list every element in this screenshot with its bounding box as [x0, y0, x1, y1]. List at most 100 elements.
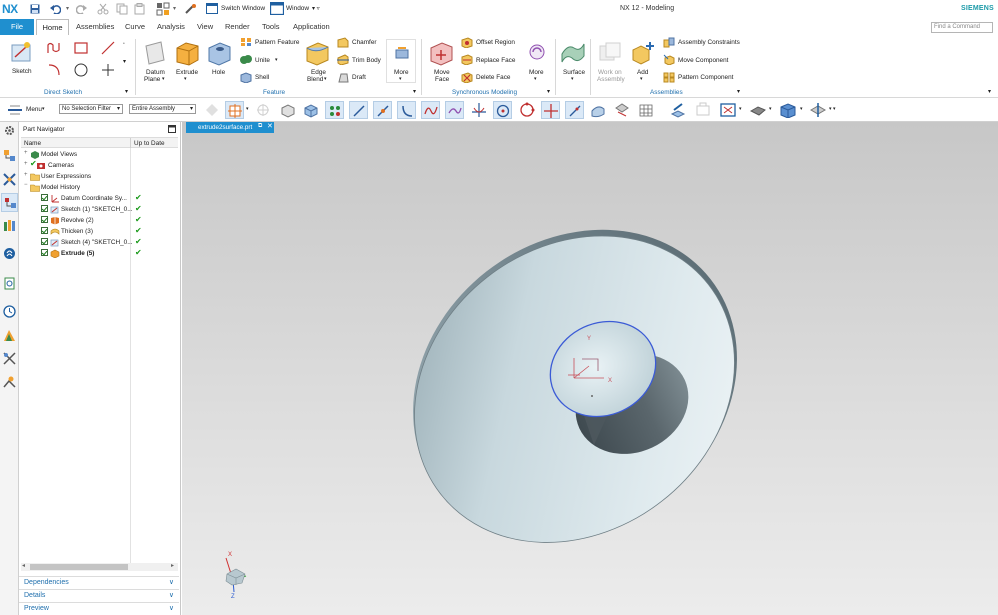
graphics-window[interactable]: extrude2surface.prt ⧉ ✕ Y X X Z — [182, 122, 998, 615]
feature-visibility-checkbox[interactable] — [41, 194, 48, 201]
select-spline-toggle[interactable] — [421, 101, 440, 119]
tree-item-feature[interactable]: Revolve (2) ✔ — [21, 215, 181, 226]
add-component-icon[interactable] — [630, 40, 656, 66]
move-face-label[interactable]: Move — [434, 69, 450, 76]
switch-window-label[interactable]: Switch Window — [221, 5, 265, 12]
rendering-style-icon[interactable] — [779, 102, 797, 118]
edit-section-icon[interactable] — [809, 102, 827, 118]
tab-view[interactable]: View — [197, 22, 213, 31]
select-body-icon[interactable] — [303, 102, 319, 118]
tree-item-feature[interactable]: Extrude (5) ✔ — [21, 248, 181, 259]
trim-body-icon[interactable] — [337, 54, 349, 65]
datum-plane-label[interactable]: Datum — [146, 69, 165, 76]
unite-icon[interactable] — [240, 54, 252, 65]
circle-icon[interactable] — [73, 62, 89, 78]
line-icon[interactable] — [100, 40, 116, 56]
preview-panel[interactable]: Preview ∨ — [19, 602, 179, 614]
part-navigator-tab[interactable] — [1, 193, 18, 212]
move-component-icon[interactable] — [663, 54, 675, 65]
select-vertex-toggle[interactable] — [325, 101, 344, 119]
assemblies-group-menu-icon[interactable]: ▾ — [737, 88, 740, 95]
synchronous-more-icon[interactable] — [528, 43, 546, 61]
point-on-curve-toggle[interactable] — [565, 101, 584, 119]
feature-visibility-checkbox[interactable] — [41, 216, 48, 223]
sketch-curve-overflow-icon[interactable]: • — [123, 41, 125, 47]
feature-visibility-checkbox[interactable] — [41, 227, 48, 234]
move-face-icon[interactable] — [428, 40, 454, 66]
history-icon[interactable] — [3, 305, 16, 318]
undo-dropdown-icon[interactable]: ▾ — [66, 5, 69, 12]
work-on-assembly-icon[interactable] — [597, 40, 623, 66]
shell-icon[interactable] — [240, 72, 252, 83]
replace-face-label[interactable]: Replace Face — [476, 57, 515, 64]
draft-label[interactable]: Draft — [352, 74, 366, 81]
3d-model-view[interactable]: Y X — [182, 122, 998, 615]
touch-mode-icon[interactable] — [184, 3, 197, 15]
datum-plane-icon[interactable] — [143, 40, 167, 66]
extrude-label[interactable]: Extrude — [176, 69, 198, 76]
surface-icon[interactable] — [560, 40, 586, 66]
expand-icon[interactable]: + — [24, 172, 28, 178]
collapse-icon[interactable]: − — [24, 182, 28, 188]
selection-scope-dropdown[interactable]: Entire Assembly — [129, 104, 196, 114]
synchronous-more-label[interactable]: More — [529, 69, 544, 76]
tab-render[interactable]: Render — [225, 22, 250, 31]
quadrant-point-icon[interactable] — [519, 102, 535, 118]
column-uptodate-header[interactable]: Up to Date — [134, 140, 165, 147]
window-icon[interactable] — [270, 2, 284, 15]
find-command-input[interactable]: Find a Command — [931, 22, 993, 33]
point-icon[interactable] — [100, 62, 116, 78]
details-panel[interactable]: Details ∨ — [19, 589, 179, 601]
tree-item-feature[interactable]: Sketch (1) "SKETCH_0... ✔ — [21, 204, 181, 215]
arc-icon[interactable] — [46, 62, 62, 78]
unite-label[interactable]: Unite — [255, 57, 270, 64]
pattern-component-label[interactable]: Pattern Component — [678, 74, 733, 81]
switch-window-icon[interactable] — [206, 3, 218, 14]
fit-view-icon[interactable] — [720, 102, 736, 118]
assembly-constraints-label[interactable]: Assembly Constraints — [678, 39, 740, 46]
tree-item-feature[interactable]: Thicken (3) ✔ — [21, 226, 181, 237]
roles-icon[interactable] — [3, 352, 16, 365]
delete-face-icon[interactable] — [461, 72, 473, 83]
display-wcs-icon[interactable] — [695, 102, 711, 118]
intersection-point-icon[interactable] — [471, 102, 487, 118]
direct-sketch-group-menu-icon[interactable]: ▾ — [125, 88, 128, 95]
edge-blend-label[interactable]: Edge — [311, 69, 326, 76]
work-on-assembly-label-2[interactable]: Assembly — [597, 76, 625, 83]
web-browser-icon[interactable] — [3, 277, 16, 290]
general-selection-intent-icon[interactable] — [204, 102, 220, 118]
arc-center-toggle[interactable] — [493, 101, 512, 119]
tree-item-user-expressions[interactable]: + User Expressions — [21, 171, 181, 182]
offset-region-icon[interactable] — [461, 37, 473, 48]
replace-face-icon[interactable] — [461, 54, 473, 65]
undo-icon[interactable] — [50, 4, 61, 14]
feature-group-menu-icon[interactable]: ▾ — [413, 88, 416, 95]
synchronous-group-menu-icon[interactable]: ▾ — [547, 88, 550, 95]
curve-rule-icon[interactable] — [255, 102, 271, 118]
snap-point-toggle[interactable] — [225, 101, 244, 119]
datum-plane-label-2[interactable]: Plane — [144, 76, 160, 83]
view-orient-icon[interactable] — [614, 102, 630, 118]
tab-analysis[interactable]: Analysis — [157, 22, 185, 31]
pattern-feature-icon[interactable] — [240, 37, 252, 47]
menu-icon[interactable] — [7, 104, 23, 116]
shaded-with-edges-icon[interactable] — [749, 102, 767, 118]
move-face-label-2[interactable]: Face — [435, 76, 449, 83]
wcs-dynamic-icon[interactable] — [670, 102, 686, 118]
save-icon[interactable] — [30, 4, 40, 14]
select-line-toggle[interactable] — [373, 101, 392, 119]
sketch-gallery-dropdown-icon[interactable]: ▾ — [123, 58, 126, 65]
assembly-constraints-icon[interactable] — [663, 37, 675, 48]
rectangle-icon[interactable] — [73, 41, 89, 55]
redo-icon[interactable] — [76, 4, 87, 14]
hd3d-tools-icon[interactable] — [3, 247, 16, 260]
tab-file[interactable]: File — [0, 19, 34, 35]
hole-icon[interactable] — [206, 40, 232, 66]
expand-icon[interactable]: + — [24, 150, 28, 156]
copy-icon[interactable] — [116, 3, 128, 15]
sketch-label[interactable]: Sketch — [12, 68, 32, 75]
tab-curve[interactable]: Curve — [125, 22, 145, 31]
tree-item-cameras[interactable]: + ✔ Cameras — [21, 159, 181, 171]
feature-visibility-checkbox[interactable] — [41, 205, 48, 212]
select-arc-toggle[interactable] — [397, 101, 416, 119]
